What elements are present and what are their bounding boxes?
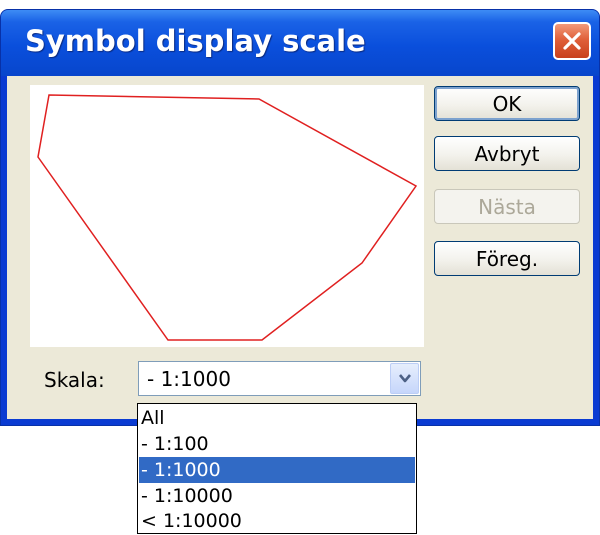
scale-dropdown-list: All - 1:100 - 1:1000 - 1:10000 < 1:10000 (137, 403, 417, 534)
close-x-icon (563, 32, 581, 50)
scale-option-1-10000[interactable]: - 1:10000 (139, 483, 415, 509)
preview-button[interactable]: Föreg. (434, 241, 580, 276)
ok-button[interactable]: OK (434, 86, 580, 121)
scale-selected-value: - 1:1000 (147, 367, 231, 391)
scale-combobox[interactable]: - 1:1000 (138, 361, 421, 396)
dropdown-arrow-button[interactable] (390, 363, 419, 394)
scale-option-1-100[interactable]: - 1:100 (139, 431, 415, 457)
preview-canvas (30, 85, 424, 347)
next-button: Nästa (434, 189, 580, 224)
close-button[interactable] (553, 22, 591, 60)
title-bar[interactable]: Symbol display scale (1, 10, 599, 76)
screen: Symbol display scale OK Avbryt Nästa För… (0, 0, 600, 535)
scale-option-1-1000[interactable]: - 1:1000 (139, 457, 415, 483)
scale-label: Skala: (44, 368, 105, 392)
scale-option-below-1-10000[interactable]: < 1:10000 (139, 508, 415, 534)
window-title: Symbol display scale (25, 24, 366, 58)
dialog-body: OK Avbryt Nästa Föreg. Skala: - 1:1000 (7, 76, 593, 419)
chevron-down-icon (399, 374, 411, 383)
preview-polygon (37, 94, 418, 341)
cancel-button[interactable]: Avbryt (434, 136, 580, 171)
scale-option-all[interactable]: All (139, 405, 415, 431)
dialog-window: Symbol display scale OK Avbryt Nästa För… (0, 9, 600, 426)
